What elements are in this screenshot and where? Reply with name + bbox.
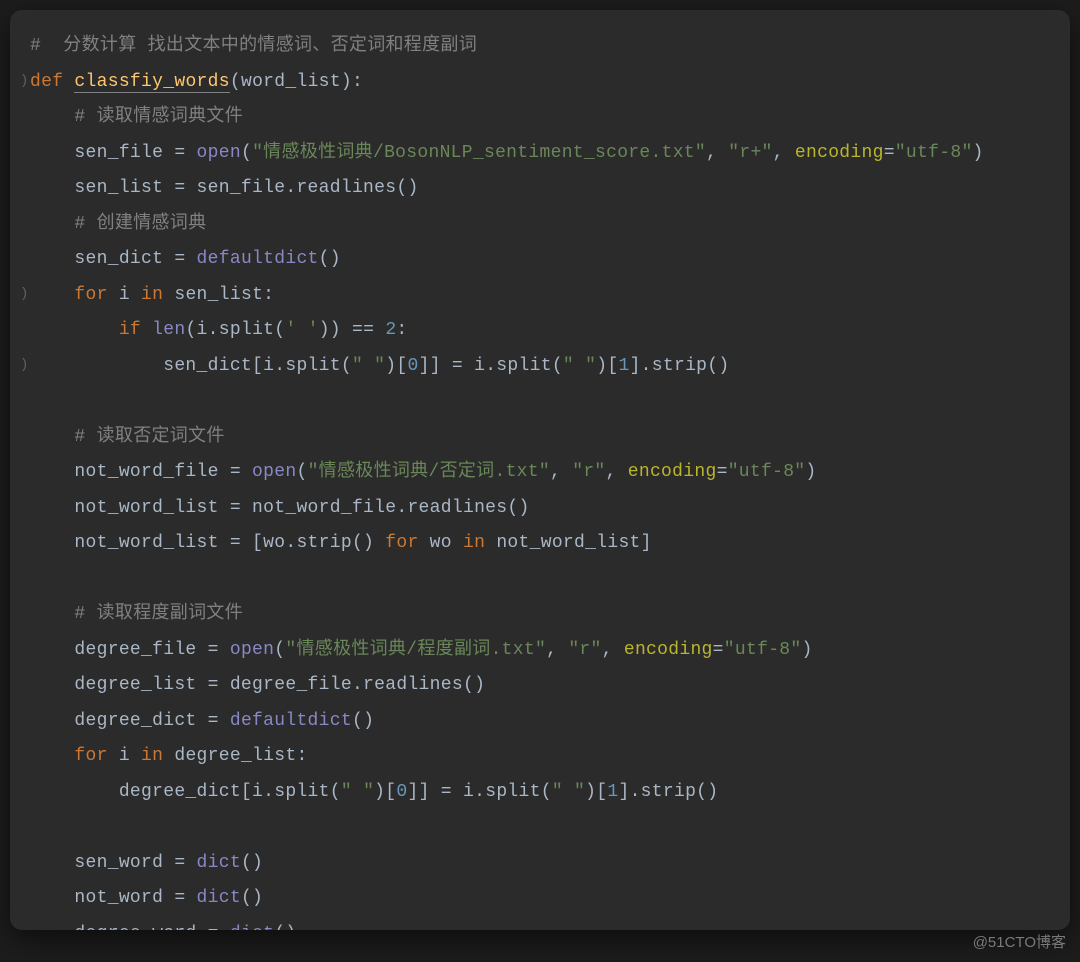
code-line: degree_dict[i.split(" ")[0]] = i.split("…	[20, 774, 1060, 810]
code-line: sen_file = open("情感极性词典/BosonNLP_sentime…	[20, 135, 1060, 171]
code-line: degree_list = degree_file.readlines()	[20, 667, 1060, 703]
code-line	[20, 383, 1060, 419]
code-block[interactable]: # 分数计算 找出文本中的情感词、否定词和程度副词 )def classfiy_…	[10, 10, 1070, 930]
code-line: not_word_file = open("情感极性词典/否定词.txt", "…	[20, 454, 1060, 490]
code-line: degree_dict = defaultdict()	[20, 703, 1060, 739]
code-line: if len(i.split(' ')) == 2:	[20, 312, 1060, 348]
code-line: # 读取情感词典文件	[20, 99, 1060, 135]
code-line: degree_file = open("情感极性词典/程度副词.txt", "r…	[20, 632, 1060, 668]
code-line: not_word_list = [wo.strip() for wo in no…	[20, 525, 1060, 561]
code-line	[20, 561, 1060, 597]
code-line: sen_dict = defaultdict()	[20, 241, 1060, 277]
code-line: ) for i in sen_list:	[20, 277, 1060, 313]
code-editor[interactable]: # 分数计算 找出文本中的情感词、否定词和程度副词 )def classfiy_…	[10, 10, 1070, 930]
code-line: # 分数计算 找出文本中的情感词、否定词和程度副词	[20, 28, 1060, 64]
code-line: sen_list = sen_file.readlines()	[20, 170, 1060, 206]
watermark-text: @51CTO博客	[973, 931, 1066, 952]
code-line: # 创建情感词典	[20, 206, 1060, 242]
code-line: # 读取程度副词文件	[20, 596, 1060, 632]
code-line: degree_word = dict()	[20, 916, 1060, 931]
code-line: for i in degree_list:	[20, 738, 1060, 774]
code-line: ) sen_dict[i.split(" ")[0]] = i.split(" …	[20, 348, 1060, 384]
code-line: sen_word = dict()	[20, 845, 1060, 881]
code-line: not_word_list = not_word_file.readlines(…	[20, 490, 1060, 526]
code-line: )def classfiy_words(word_list):	[20, 64, 1060, 100]
code-line: not_word = dict()	[20, 880, 1060, 916]
code-line	[20, 809, 1060, 845]
code-line: # 读取否定词文件	[20, 419, 1060, 455]
